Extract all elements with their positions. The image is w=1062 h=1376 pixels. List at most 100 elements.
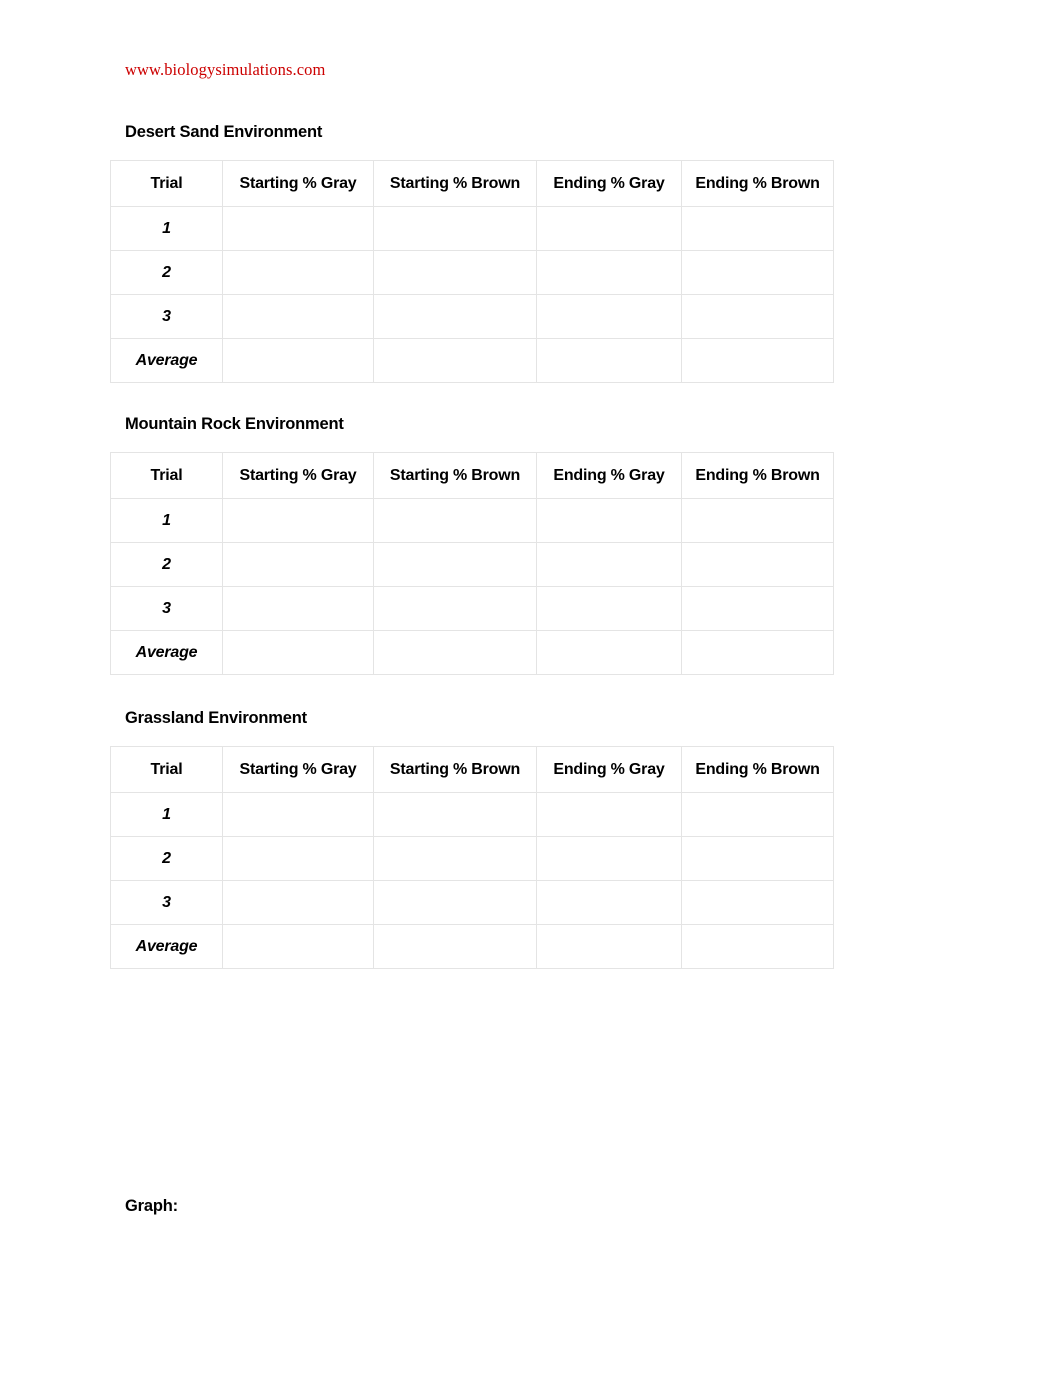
table-row: 3 [110,586,834,631]
cell-starting-brown[interactable] [373,542,537,587]
column-header-starting-gray: Starting % Gray [222,160,374,207]
row-label-average: Average [110,338,223,383]
cell-starting-gray[interactable] [222,924,374,969]
cell-ending-brown[interactable] [681,294,834,339]
column-header-ending-gray: Ending % Gray [536,452,682,499]
column-header-starting-brown: Starting % Brown [373,746,537,793]
column-header-trial: Trial [110,160,223,207]
table: Trial Starting % Gray Starting % Brown E… [110,160,834,383]
column-header-starting-gray: Starting % Gray [222,746,374,793]
cell-ending-brown[interactable] [681,924,834,969]
data-table-desert-sand: Trial Starting % Gray Starting % Brown E… [110,160,834,383]
cell-ending-gray[interactable] [536,792,682,837]
table-row: 1 [110,792,834,837]
cell-ending-gray[interactable] [536,542,682,587]
cell-starting-brown[interactable] [373,250,537,295]
row-label: 2 [110,542,223,587]
row-label: 1 [110,792,223,837]
cell-ending-gray[interactable] [536,836,682,881]
cell-starting-gray[interactable] [222,836,374,881]
cell-starting-gray[interactable] [222,880,374,925]
cell-starting-gray[interactable] [222,542,374,587]
table-row: 2 [110,542,834,587]
cell-ending-gray[interactable] [536,498,682,543]
table-header-row: Trial Starting % Gray Starting % Brown E… [110,452,834,499]
column-header-starting-brown: Starting % Brown [373,160,537,207]
cell-starting-brown[interactable] [373,792,537,837]
table-row: 2 [110,250,834,295]
column-header-starting-gray: Starting % Gray [222,452,374,499]
cell-starting-gray[interactable] [222,498,374,543]
cell-starting-brown[interactable] [373,498,537,543]
table: Trial Starting % Gray Starting % Brown E… [110,452,834,675]
row-label: 2 [110,836,223,881]
graph-label: Graph: [125,1197,178,1215]
table: Trial Starting % Gray Starting % Brown E… [110,746,834,969]
cell-ending-brown[interactable] [681,498,834,543]
cell-ending-gray[interactable] [536,880,682,925]
data-table-mountain-rock: Trial Starting % Gray Starting % Brown E… [110,452,834,675]
column-header-ending-gray: Ending % Gray [536,746,682,793]
column-header-trial: Trial [110,452,223,499]
table-row-average: Average [110,338,834,383]
cell-ending-brown[interactable] [681,338,834,383]
site-url[interactable]: www.biologysimulations.com [125,60,325,80]
cell-ending-brown[interactable] [681,206,834,251]
cell-starting-brown[interactable] [373,880,537,925]
cell-starting-brown[interactable] [373,630,537,675]
cell-ending-brown[interactable] [681,630,834,675]
cell-ending-gray[interactable] [536,338,682,383]
row-label: 3 [110,586,223,631]
cell-starting-brown[interactable] [373,924,537,969]
cell-ending-gray[interactable] [536,294,682,339]
cell-starting-brown[interactable] [373,586,537,631]
cell-starting-gray[interactable] [222,250,374,295]
row-label: 2 [110,250,223,295]
data-table-grassland: Trial Starting % Gray Starting % Brown E… [110,746,834,969]
cell-ending-brown[interactable] [681,836,834,881]
column-header-starting-brown: Starting % Brown [373,452,537,499]
table-row: 3 [110,880,834,925]
row-label-average: Average [110,924,223,969]
cell-starting-brown[interactable] [373,836,537,881]
row-label: 1 [110,498,223,543]
cell-ending-brown[interactable] [681,586,834,631]
table-row-average: Average [110,630,834,675]
row-label: 3 [110,880,223,925]
cell-ending-brown[interactable] [681,250,834,295]
cell-starting-gray[interactable] [222,206,374,251]
table-row: 2 [110,836,834,881]
column-header-ending-brown: Ending % Brown [681,452,834,499]
cell-ending-brown[interactable] [681,792,834,837]
cell-starting-brown[interactable] [373,206,537,251]
row-label: 3 [110,294,223,339]
table-row: 1 [110,498,834,543]
cell-ending-gray[interactable] [536,630,682,675]
graph-drawing-area[interactable] [125,1228,835,1368]
table-row-average: Average [110,924,834,969]
cell-starting-gray[interactable] [222,338,374,383]
column-header-ending-gray: Ending % Gray [536,160,682,207]
cell-starting-gray[interactable] [222,630,374,675]
section-heading-desert-sand: Desert Sand Environment [125,123,323,141]
cell-ending-brown[interactable] [681,542,834,587]
column-header-ending-brown: Ending % Brown [681,160,834,207]
section-heading-mountain-rock: Mountain Rock Environment [125,415,344,433]
cell-starting-brown[interactable] [373,294,537,339]
cell-ending-brown[interactable] [681,880,834,925]
column-header-trial: Trial [110,746,223,793]
cell-starting-brown[interactable] [373,338,537,383]
row-label: 1 [110,206,223,251]
cell-starting-gray[interactable] [222,586,374,631]
cell-starting-gray[interactable] [222,294,374,339]
cell-ending-gray[interactable] [536,924,682,969]
worksheet-page: www.biologysimulations.com Desert Sand E… [0,0,1062,1376]
section-heading-grassland: Grassland Environment [125,709,307,727]
cell-ending-gray[interactable] [536,206,682,251]
cell-ending-gray[interactable] [536,250,682,295]
table-row: 3 [110,294,834,339]
column-header-ending-brown: Ending % Brown [681,746,834,793]
table-header-row: Trial Starting % Gray Starting % Brown E… [110,746,834,793]
cell-ending-gray[interactable] [536,586,682,631]
cell-starting-gray[interactable] [222,792,374,837]
